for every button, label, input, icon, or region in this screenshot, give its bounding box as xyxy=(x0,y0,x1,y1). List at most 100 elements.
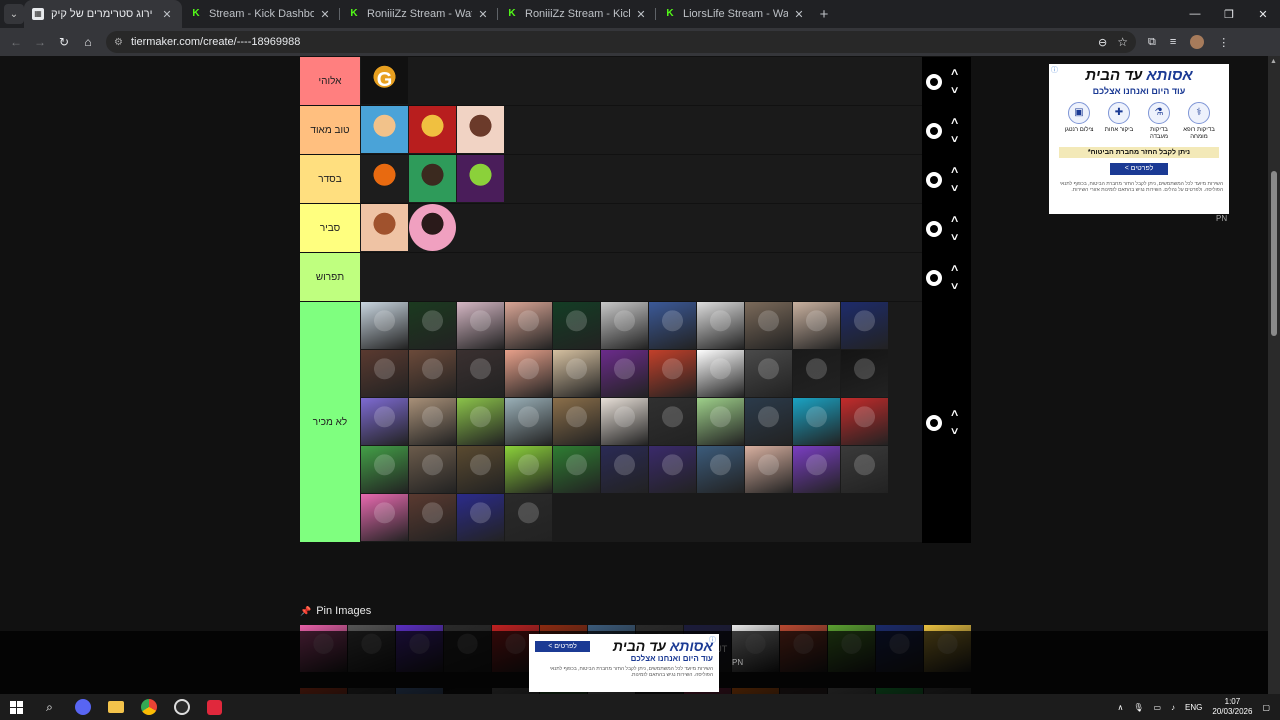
start-button[interactable] xyxy=(0,694,33,720)
home-icon[interactable]: ⌂ xyxy=(76,35,100,49)
bearded-cartoon-tile[interactable] xyxy=(409,155,456,202)
tab-search-chevron-icon[interactable]: ⌄ xyxy=(4,4,24,24)
streamer-tile[interactable] xyxy=(841,446,888,493)
extensions-icon[interactable]: ⧉ xyxy=(1148,36,1156,49)
bald-glasses-tile[interactable] xyxy=(361,204,408,251)
page-scrollbar[interactable]: ▲ xyxy=(1268,56,1280,694)
streamer-tile[interactable] xyxy=(553,302,600,349)
streamer-tile[interactable] xyxy=(505,398,552,445)
tab-tiermaker[interactable]: ▦ ירוג סטרימרים של קיק Create a ✕ xyxy=(24,0,182,28)
cartoon-man-blue-tile[interactable] xyxy=(361,106,408,153)
tier-label[interactable]: סביר xyxy=(300,204,360,252)
move-up-icon[interactable]: ∧ xyxy=(950,64,960,82)
restore-icon[interactable]: ❐ xyxy=(1212,8,1246,21)
streamer-tile[interactable] xyxy=(793,350,840,397)
notifications-icon[interactable]: ▢ xyxy=(1262,703,1270,712)
ad-cta-button[interactable]: לפרטים > xyxy=(535,640,590,652)
streamer-tile[interactable] xyxy=(601,350,648,397)
streamer-tile[interactable] xyxy=(745,302,792,349)
scrollbar-thumb[interactable] xyxy=(1271,171,1277,336)
streamer-tile[interactable] xyxy=(505,494,552,541)
streamer-tile[interactable] xyxy=(505,446,552,493)
bookmark-star-icon[interactable]: ☆ xyxy=(1117,35,1128,49)
streamer-tile[interactable] xyxy=(601,446,648,493)
streamer-tile[interactable] xyxy=(361,302,408,349)
move-up-icon[interactable]: ∧ xyxy=(950,260,960,278)
pin-images-header[interactable]: 📌 Pin Images xyxy=(300,605,371,617)
streamer-tile[interactable] xyxy=(457,350,504,397)
crowned-avatar-tile[interactable] xyxy=(409,106,456,153)
streamer-tile[interactable] xyxy=(457,494,504,541)
discord-icon[interactable] xyxy=(66,694,99,720)
move-down-icon[interactable]: ∨ xyxy=(950,82,960,100)
streamer-tile[interactable] xyxy=(841,398,888,445)
ad-choices-icon[interactable]: ⓘ xyxy=(709,635,716,645)
settings-gear-icon[interactable] xyxy=(926,220,942,237)
streamer-tile[interactable] xyxy=(553,446,600,493)
streamer-tile[interactable] xyxy=(505,302,552,349)
streamer-tile[interactable] xyxy=(697,446,744,493)
minimize-icon[interactable]: — xyxy=(1178,8,1212,21)
reload-icon[interactable]: ↻ xyxy=(52,35,76,49)
g-logo-tile[interactable]: G xyxy=(361,57,408,104)
site-info-icon[interactable]: ⚙ xyxy=(114,37,123,48)
streamer-tile[interactable] xyxy=(697,302,744,349)
streamer-tile[interactable] xyxy=(361,446,408,493)
file-explorer-icon[interactable] xyxy=(99,694,132,720)
streamer-tile[interactable] xyxy=(601,398,648,445)
streamer-tile[interactable] xyxy=(457,302,504,349)
streamer-tile[interactable] xyxy=(745,446,792,493)
settings-gear-icon[interactable] xyxy=(926,122,942,139)
couple-sketch-tile[interactable] xyxy=(457,106,504,153)
language-indicator[interactable]: ENG xyxy=(1185,703,1202,712)
clock[interactable]: 1:07 20/03/2026 xyxy=(1212,697,1252,717)
move-down-icon[interactable]: ∨ xyxy=(950,229,960,247)
new-tab-button[interactable]: + xyxy=(814,6,834,23)
zoom-icon[interactable]: ⊖ xyxy=(1098,36,1107,49)
settings-gear-icon[interactable] xyxy=(926,269,942,286)
streamer-tile[interactable] xyxy=(409,350,456,397)
streamer-tile[interactable] xyxy=(649,302,696,349)
close-tab-icon[interactable]: ✕ xyxy=(476,8,490,21)
tray-chevron-icon[interactable]: ∧ xyxy=(1117,703,1123,712)
streamer-tile[interactable] xyxy=(409,302,456,349)
browser-menu-icon[interactable]: ⋮ xyxy=(1218,36,1229,49)
move-up-icon[interactable]: ∧ xyxy=(950,405,960,423)
ad-cta-button[interactable]: לפרטים > xyxy=(1110,163,1168,175)
network-icon[interactable]: ▭ xyxy=(1153,703,1161,712)
streamer-tile[interactable] xyxy=(361,494,408,541)
settings-gear-icon[interactable] xyxy=(926,73,942,90)
streamer-tile[interactable] xyxy=(457,398,504,445)
settings-gear-icon[interactable] xyxy=(926,171,942,188)
streamer-tile[interactable] xyxy=(361,398,408,445)
streamer-tile[interactable] xyxy=(409,398,456,445)
app-icon[interactable] xyxy=(198,694,231,720)
streamer-tile[interactable] xyxy=(601,302,648,349)
advertisement-bottom[interactable]: ⓘ אסותא עד הבית לפרטים > עוד היום ואנחנו… xyxy=(529,634,719,692)
ad-choices-icon[interactable]: ⓘ xyxy=(1051,65,1058,75)
tier-label[interactable]: תפרוש xyxy=(300,253,360,301)
address-bar[interactable]: ⚙ tiermaker.com/create/----18969988 ⊖ ☆ xyxy=(106,31,1136,53)
microphone-icon[interactable]: 🎙 xyxy=(1133,703,1143,712)
advertisement-top[interactable]: ⓘ אסותא עד הבית עוד היום ואנחנו אצלכם ⚕ ב… xyxy=(1049,64,1229,214)
obs-icon[interactable] xyxy=(165,694,198,720)
streamer-tile[interactable] xyxy=(745,350,792,397)
back-icon[interactable]: ← xyxy=(4,35,28,49)
streamer-tile[interactable] xyxy=(649,446,696,493)
close-tab-icon[interactable]: ✕ xyxy=(160,8,174,21)
tiger-logo-tile[interactable] xyxy=(361,155,408,202)
streamer-tile[interactable] xyxy=(793,302,840,349)
move-up-icon[interactable]: ∧ xyxy=(950,162,960,180)
volume-icon[interactable]: ♪ xyxy=(1171,703,1175,712)
move-down-icon[interactable]: ∨ xyxy=(950,180,960,198)
tier-label[interactable]: לא מכיר xyxy=(300,302,360,542)
move-down-icon[interactable]: ∨ xyxy=(950,423,960,441)
scroll-up-icon[interactable]: ▲ xyxy=(1270,58,1277,65)
close-tab-icon[interactable]: ✕ xyxy=(792,8,806,21)
forward-icon[interactable]: → xyxy=(28,35,52,49)
streamer-tile[interactable] xyxy=(841,350,888,397)
tier-label[interactable]: בסדר xyxy=(300,155,360,203)
close-tab-icon[interactable]: ✕ xyxy=(318,8,332,21)
tab-roniiizz-stream[interactable]: K RoniiiZz Stream - Watch Live on ✕ xyxy=(340,0,498,28)
streamer-tile[interactable] xyxy=(505,350,552,397)
